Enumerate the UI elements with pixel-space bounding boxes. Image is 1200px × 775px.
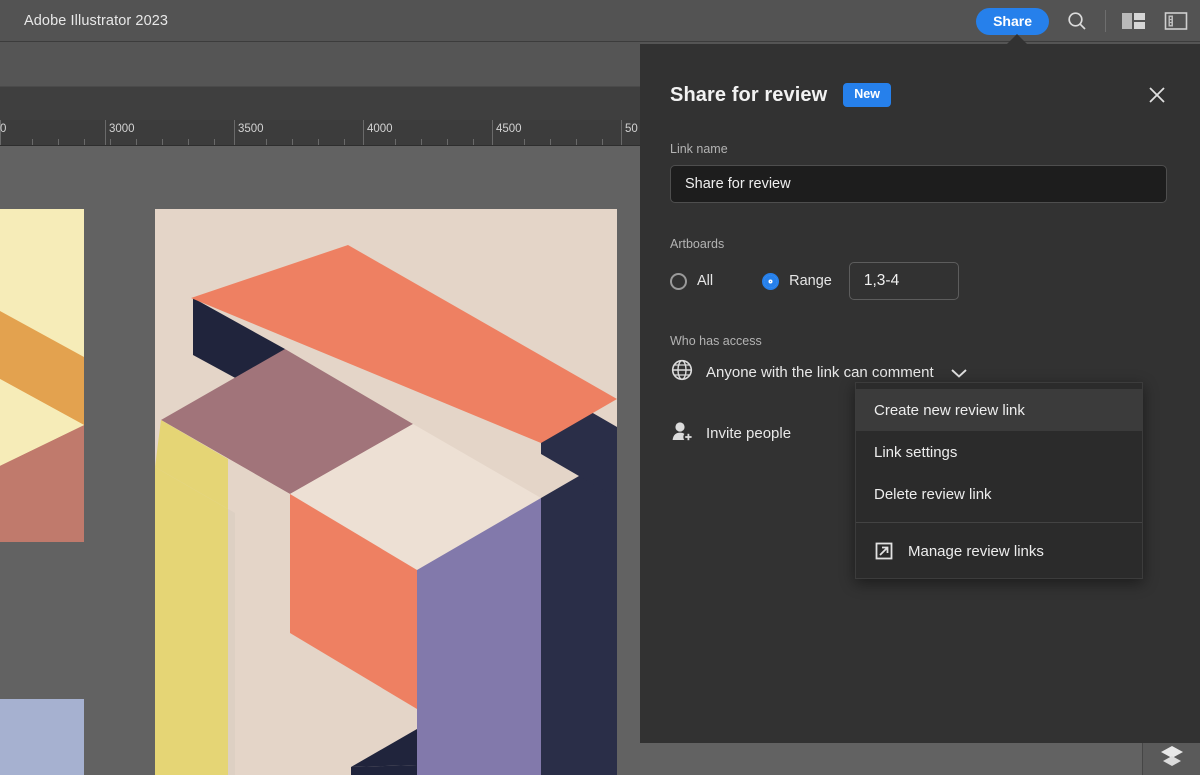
menu-item-label: Manage review links (908, 543, 1044, 560)
menu-item-delete-review-link[interactable]: Delete review link (856, 473, 1142, 515)
ruler-tick-label: 3500 (234, 123, 264, 135)
menu-item-label: Delete review link (874, 486, 992, 503)
menu-item-label: Create new review link (874, 402, 1025, 419)
menu-item-label: Link settings (874, 444, 957, 461)
radio-range[interactable]: Range (762, 273, 832, 290)
radio-all[interactable]: All (670, 273, 713, 290)
status-badge: New (843, 83, 891, 107)
link-name-label: Link name (670, 142, 1170, 156)
menu-item-create-new-review-link[interactable]: Create new review link (856, 389, 1142, 431)
menu-separator (856, 522, 1142, 523)
artboard-4[interactable] (0, 699, 84, 775)
artboard-range-input[interactable] (849, 262, 959, 300)
properties-panel-icon[interactable] (1162, 7, 1190, 35)
artboard-3[interactable] (155, 209, 617, 775)
link-name-input[interactable] (670, 165, 1167, 203)
ruler-tick-label: 3000 (105, 123, 135, 135)
dock-layers-button[interactable] (1142, 739, 1200, 775)
access-value: Anyone with the link can comment (706, 364, 934, 381)
toolbar-divider (1105, 10, 1106, 32)
ruler-tick-label: 50 (621, 123, 638, 135)
globe-icon (670, 358, 694, 387)
invite-people-label: Invite people (706, 425, 791, 442)
radio-indicator-range (762, 273, 779, 290)
share-button[interactable]: Share (976, 8, 1049, 35)
ruler-tick-label: 4000 (363, 123, 393, 135)
ruler-tick-label: 4500 (492, 123, 522, 135)
external-link-icon (874, 541, 894, 561)
access-label: Who has access (670, 334, 1170, 348)
radio-indicator-all (670, 273, 687, 290)
add-person-icon (670, 419, 694, 448)
app-title: Adobe Illustrator 2023 (24, 13, 168, 29)
chevron-down-icon[interactable] (950, 367, 968, 379)
illustrator-window: Adobe Illustrator 2023 Share (0, 0, 1200, 775)
workspace-switcher-icon[interactable] (1120, 7, 1148, 35)
menu-item-manage-review-links[interactable]: Manage review links (856, 530, 1142, 572)
menu-item-link-settings[interactable]: Link settings (856, 431, 1142, 473)
layers-icon (1159, 744, 1185, 771)
close-icon[interactable] (1144, 82, 1170, 108)
radio-label-range: Range (789, 273, 832, 289)
artboards-radio-group: All Range (670, 262, 1170, 300)
panel-pointer-caret (1007, 34, 1027, 44)
artboard-1[interactable] (0, 209, 84, 542)
review-link-context-menu: Create new review link Link settings Del… (855, 382, 1143, 579)
artboards-label: Artboards (670, 237, 1170, 251)
page-title: Share for review (670, 84, 827, 107)
panel-header: Share for review New (640, 44, 1200, 108)
ruler-tick-label: 0 (0, 123, 6, 135)
radio-label-all: All (697, 273, 713, 289)
search-icon[interactable] (1063, 7, 1091, 35)
